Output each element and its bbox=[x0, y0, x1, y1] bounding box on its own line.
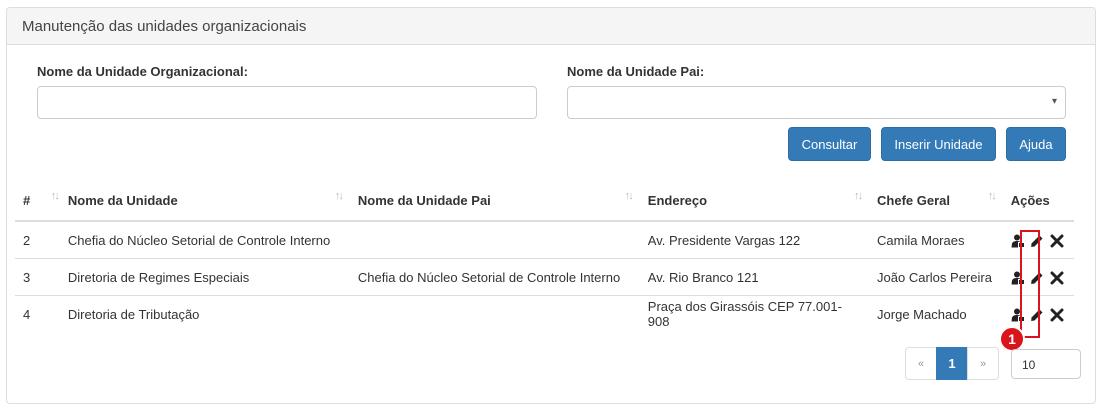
col-unit-name[interactable]: Nome da Unidade ↑↓ bbox=[59, 180, 350, 222]
table-header-row: # ↑↓ Nome da Unidade ↑↓ Nome da Unidade … bbox=[15, 180, 1074, 222]
cell-unit-name: Chefia do Núcleo Setorial de Controle In… bbox=[59, 221, 350, 259]
cell-address: Praça dos Girassóis CEP 77.001-908 bbox=[647, 299, 842, 329]
parent-unit-select[interactable]: ▾ bbox=[567, 86, 1066, 119]
search-button[interactable]: Consultar bbox=[788, 127, 871, 161]
parent-unit-label: Nome da Unidade Pai: bbox=[567, 64, 705, 79]
pagination: « 1 » bbox=[905, 347, 999, 381]
table-row: 3 Diretoria de Regimes Especiais Chefia … bbox=[15, 258, 1074, 296]
cell-address: Av. Rio Branco 121 bbox=[639, 258, 870, 296]
pagination-next[interactable]: » bbox=[967, 347, 999, 380]
annotation-highlight-box bbox=[1020, 230, 1040, 338]
col-actions: Ações bbox=[1002, 180, 1074, 222]
panel-title: Manutenção das unidades organizacionais bbox=[7, 8, 1095, 45]
delete-icon[interactable] bbox=[1050, 234, 1064, 248]
insert-unit-button[interactable]: Inserir Unidade bbox=[881, 127, 996, 161]
pagination-page[interactable]: 1 bbox=[936, 347, 968, 380]
cell-id: 2 bbox=[15, 221, 60, 259]
table-row: 4 Diretoria de Tributação Praça dos Gira… bbox=[15, 296, 1074, 333]
cell-chief: Jorge Machado bbox=[877, 306, 967, 322]
cell-id: 4 bbox=[23, 306, 31, 322]
pagination-prev[interactable]: « bbox=[905, 347, 937, 380]
cell-parent-unit bbox=[350, 296, 640, 333]
cell-id: 3 bbox=[15, 258, 60, 296]
col-address[interactable]: Endereço ↑↓ bbox=[639, 180, 870, 222]
cell-chief: João Carlos Pereira bbox=[869, 258, 1003, 296]
units-table: # ↑↓ Nome da Unidade ↑↓ Nome da Unidade … bbox=[15, 180, 1074, 332]
sort-icon: ↑↓ bbox=[854, 190, 863, 202]
cell-parent-unit: Chefia do Núcleo Setorial de Controle In… bbox=[349, 258, 640, 296]
delete-icon[interactable] bbox=[1050, 308, 1064, 322]
col-parent-unit[interactable]: Nome da Unidade Pai ↑↓ bbox=[349, 180, 640, 222]
delete-icon[interactable] bbox=[1050, 271, 1064, 285]
cell-chief: Camila Moraes bbox=[869, 221, 1003, 259]
col-id[interactable]: # ↑↓ bbox=[15, 180, 60, 222]
help-button[interactable]: Ajuda bbox=[1006, 127, 1066, 161]
sort-icon: ↑↓ bbox=[50, 190, 60, 202]
cell-unit-name: Diretoria de Regimes Especiais bbox=[59, 258, 350, 296]
cell-parent-unit bbox=[349, 221, 640, 259]
cell-unit-name: Diretoria de Tributação bbox=[67, 306, 200, 322]
sort-icon: ↑↓ bbox=[624, 190, 634, 202]
sort-icon: ↑↓ bbox=[987, 190, 997, 202]
sort-icon: ↑↓ bbox=[334, 190, 344, 202]
unit-name-label: Nome da Unidade Organizacional: bbox=[37, 64, 248, 79]
table-row: 2 Chefia do Núcleo Setorial de Controle … bbox=[15, 221, 1074, 259]
chevron-down-icon: ▾ bbox=[1051, 96, 1057, 107]
page-size-input[interactable]: 10 bbox=[1011, 349, 1081, 379]
col-chief[interactable]: Chefe Geral ↑↓ bbox=[869, 180, 1003, 222]
unit-name-input[interactable] bbox=[37, 86, 537, 119]
cell-address: Av. Presidente Vargas 122 bbox=[639, 221, 870, 259]
